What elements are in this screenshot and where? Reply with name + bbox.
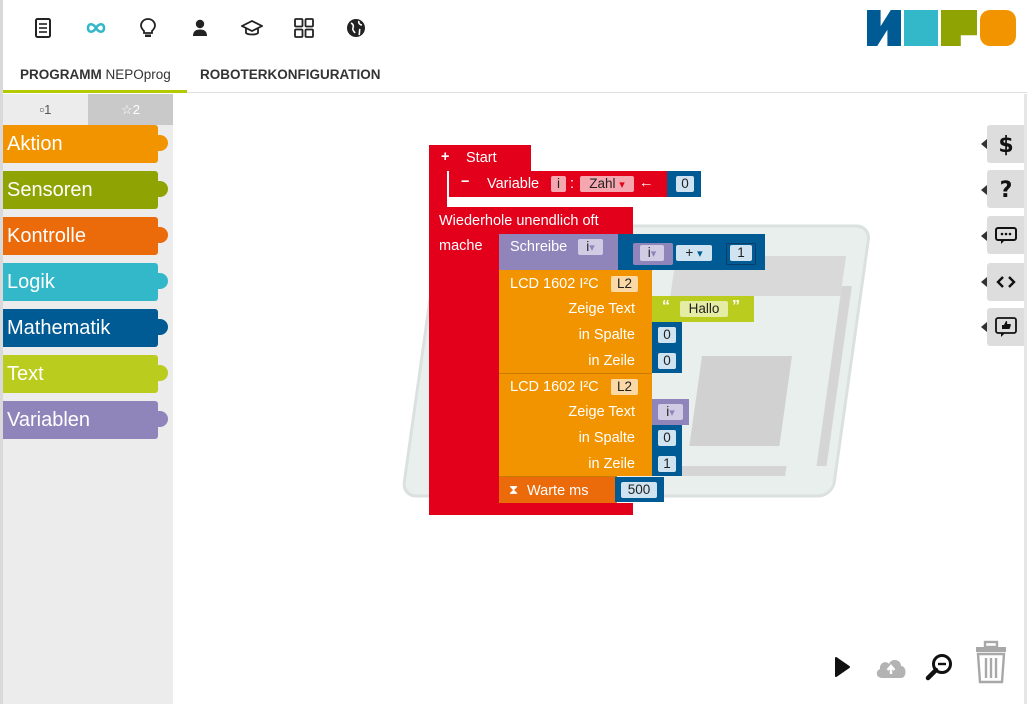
svg-text:?: ? xyxy=(999,178,1012,201)
lcd1-label: LCD 1602 I²C xyxy=(510,276,599,292)
infinity-icon[interactable] xyxy=(82,14,110,42)
graduation-cap-icon[interactable] xyxy=(238,14,266,42)
wait-ms-block[interactable]: ⧗ Warte ms xyxy=(499,476,617,503)
variable-declaration-block[interactable]: − Variable i : Zahl ▾ ← xyxy=(449,171,669,197)
start-label: Start xyxy=(466,150,497,166)
math-right-number-field[interactable]: 1 xyxy=(730,245,752,261)
quote-open-label: “ xyxy=(662,298,670,315)
grid-icon[interactable] xyxy=(290,14,318,42)
thumbs-up-icon[interactable] xyxy=(987,308,1024,346)
comment-icon[interactable] xyxy=(987,216,1024,254)
level-1-button[interactable]: ▫1 xyxy=(3,94,88,125)
number-block-init[interactable]: 0 xyxy=(667,171,701,197)
trash-icon[interactable] xyxy=(972,640,1010,684)
lcd1-row-label: in Zeile xyxy=(588,353,635,369)
tab-robot-config[interactable]: ROBOTERKONFIGURATION xyxy=(200,58,381,93)
category-text[interactable]: Text xyxy=(3,355,168,393)
dropdown-icon: ▾ xyxy=(669,407,675,419)
level-2-button[interactable]: ☆2 xyxy=(88,94,173,125)
tab-program-label: PROGRAMM xyxy=(20,67,102,82)
math-add-block[interactable]: i▾ + ▾ 1 xyxy=(618,234,765,270)
level-switch: ▫1 ☆2 xyxy=(3,94,173,125)
dropdown-icon: ▾ xyxy=(589,242,595,254)
quote-close-label: ” xyxy=(732,298,740,315)
number-field-row1[interactable]: 0 xyxy=(658,353,676,369)
write-label: Schreibe xyxy=(510,239,568,255)
colon-label: : xyxy=(570,176,575,192)
lcd2-row-label: in Zeile xyxy=(588,456,635,472)
variable-type-dropdown[interactable]: Zahl ▾ xyxy=(580,176,634,192)
variable-get-block[interactable]: i▾ xyxy=(652,399,689,425)
number-block-row1[interactable]: 0 xyxy=(652,348,682,373)
number-field-row2[interactable]: 1 xyxy=(658,456,676,472)
upload-cloud-icon[interactable] xyxy=(872,648,910,686)
category-logik[interactable]: Logik xyxy=(3,263,168,301)
repeat-block-footer xyxy=(499,503,633,515)
start-block[interactable]: + Start xyxy=(429,145,531,171)
variable-label: Variable xyxy=(487,176,540,192)
write-variable-dropdown[interactable]: i▾ xyxy=(578,239,603,255)
assign-arrow-label: ← xyxy=(639,175,654,191)
number-field-init[interactable]: 0 xyxy=(676,176,694,192)
lcd1-port-dropdown[interactable]: L2 xyxy=(611,276,638,292)
document-icon[interactable] xyxy=(29,14,57,42)
zoom-icon[interactable] xyxy=(923,648,957,686)
lcd2-port-dropdown[interactable]: L2 xyxy=(611,379,638,395)
lcd1-column-label: in Spalte xyxy=(578,327,635,343)
operator-value: + xyxy=(685,245,694,260)
number-block-col1[interactable]: 0 xyxy=(652,322,682,348)
hourglass-icon: ⧗ xyxy=(509,482,519,497)
category-sensoren[interactable]: Sensoren xyxy=(3,171,168,209)
number-block-col2[interactable]: 0 xyxy=(652,425,682,451)
dropdown-icon: ▾ xyxy=(650,248,657,260)
svg-text:$: $ xyxy=(998,133,1013,156)
category-mathematik[interactable]: Mathematik xyxy=(3,309,168,347)
tab-program[interactable]: PROGRAMM NEPOprog xyxy=(3,58,187,93)
dollar-icon[interactable]: $ xyxy=(987,125,1024,163)
number-field-wait[interactable]: 500 xyxy=(621,482,657,498)
repeat-forever-block[interactable]: Wiederhole unendlich oft xyxy=(429,207,633,235)
category-variablen[interactable]: Variablen xyxy=(3,401,168,439)
app-window: PROGRAMM NEPOprog ROBOTERKONFIGURATION ▫… xyxy=(0,0,1027,704)
blockly-toolbox: ▫1 ☆2 Aktion Sensoren Kontrolle Logik Ma… xyxy=(3,94,173,704)
code-icon[interactable] xyxy=(987,263,1024,301)
lightbulb-icon[interactable] xyxy=(134,14,162,42)
repeat-label: Wiederhole unendlich oft xyxy=(439,213,599,229)
variable-get-dropdown[interactable]: i▾ xyxy=(658,404,683,420)
text-hallo-field[interactable]: Hallo xyxy=(680,301,728,317)
run-icon[interactable] xyxy=(828,648,856,686)
lcd-show-text-block-2[interactable]: LCD 1602 I²C L2 Zeige Text in Spalte in … xyxy=(499,373,652,476)
repeat-body-rail: mache xyxy=(429,235,499,515)
lcd2-show-text-label: Zeige Text xyxy=(568,404,635,420)
lcd1-show-text-label: Zeige Text xyxy=(568,301,635,317)
category-aktion[interactable]: Aktion xyxy=(3,125,168,163)
tab-program-name: NEPOprog xyxy=(105,67,171,82)
dropdown-icon: ▾ xyxy=(697,248,703,260)
category-kontrolle[interactable]: Kontrolle xyxy=(3,217,168,255)
help-icon[interactable]: ? xyxy=(987,170,1024,208)
number-block-row2[interactable]: 1 xyxy=(652,451,682,476)
wait-label: Warte ms xyxy=(527,483,589,499)
dropdown-icon: ▾ xyxy=(619,179,625,191)
program-tabs: PROGRAMM NEPOprog ROBOTERKONFIGURATION xyxy=(3,58,1027,93)
lcd-show-text-block-1[interactable]: LCD 1602 I²C L2 Zeige Text in Spalte in … xyxy=(499,270,652,373)
number-block-wait[interactable]: 500 xyxy=(615,477,664,502)
math-var-dropdown[interactable]: i▾ xyxy=(640,245,664,261)
text-hallo-block[interactable]: “ Hallo ” xyxy=(652,296,754,322)
user-icon[interactable] xyxy=(186,14,214,42)
write-variable-block[interactable]: Schreibe i▾ xyxy=(499,234,620,270)
lcd2-column-label: in Spalte xyxy=(578,430,635,446)
math-operator-dropdown[interactable]: + ▾ xyxy=(676,245,712,261)
do-label: mache xyxy=(439,238,483,254)
lcd2-label: LCD 1602 I²C xyxy=(510,379,599,395)
number-field-col1[interactable]: 0 xyxy=(658,327,676,343)
top-menu xyxy=(3,0,1027,58)
variable-type-value: Zahl xyxy=(589,176,616,191)
variable-name-field[interactable]: i xyxy=(551,176,566,192)
nepo-logo xyxy=(867,10,1017,46)
start-block-body xyxy=(429,171,447,207)
globe-icon[interactable] xyxy=(342,14,370,42)
number-field-col2[interactable]: 0 xyxy=(658,430,676,446)
